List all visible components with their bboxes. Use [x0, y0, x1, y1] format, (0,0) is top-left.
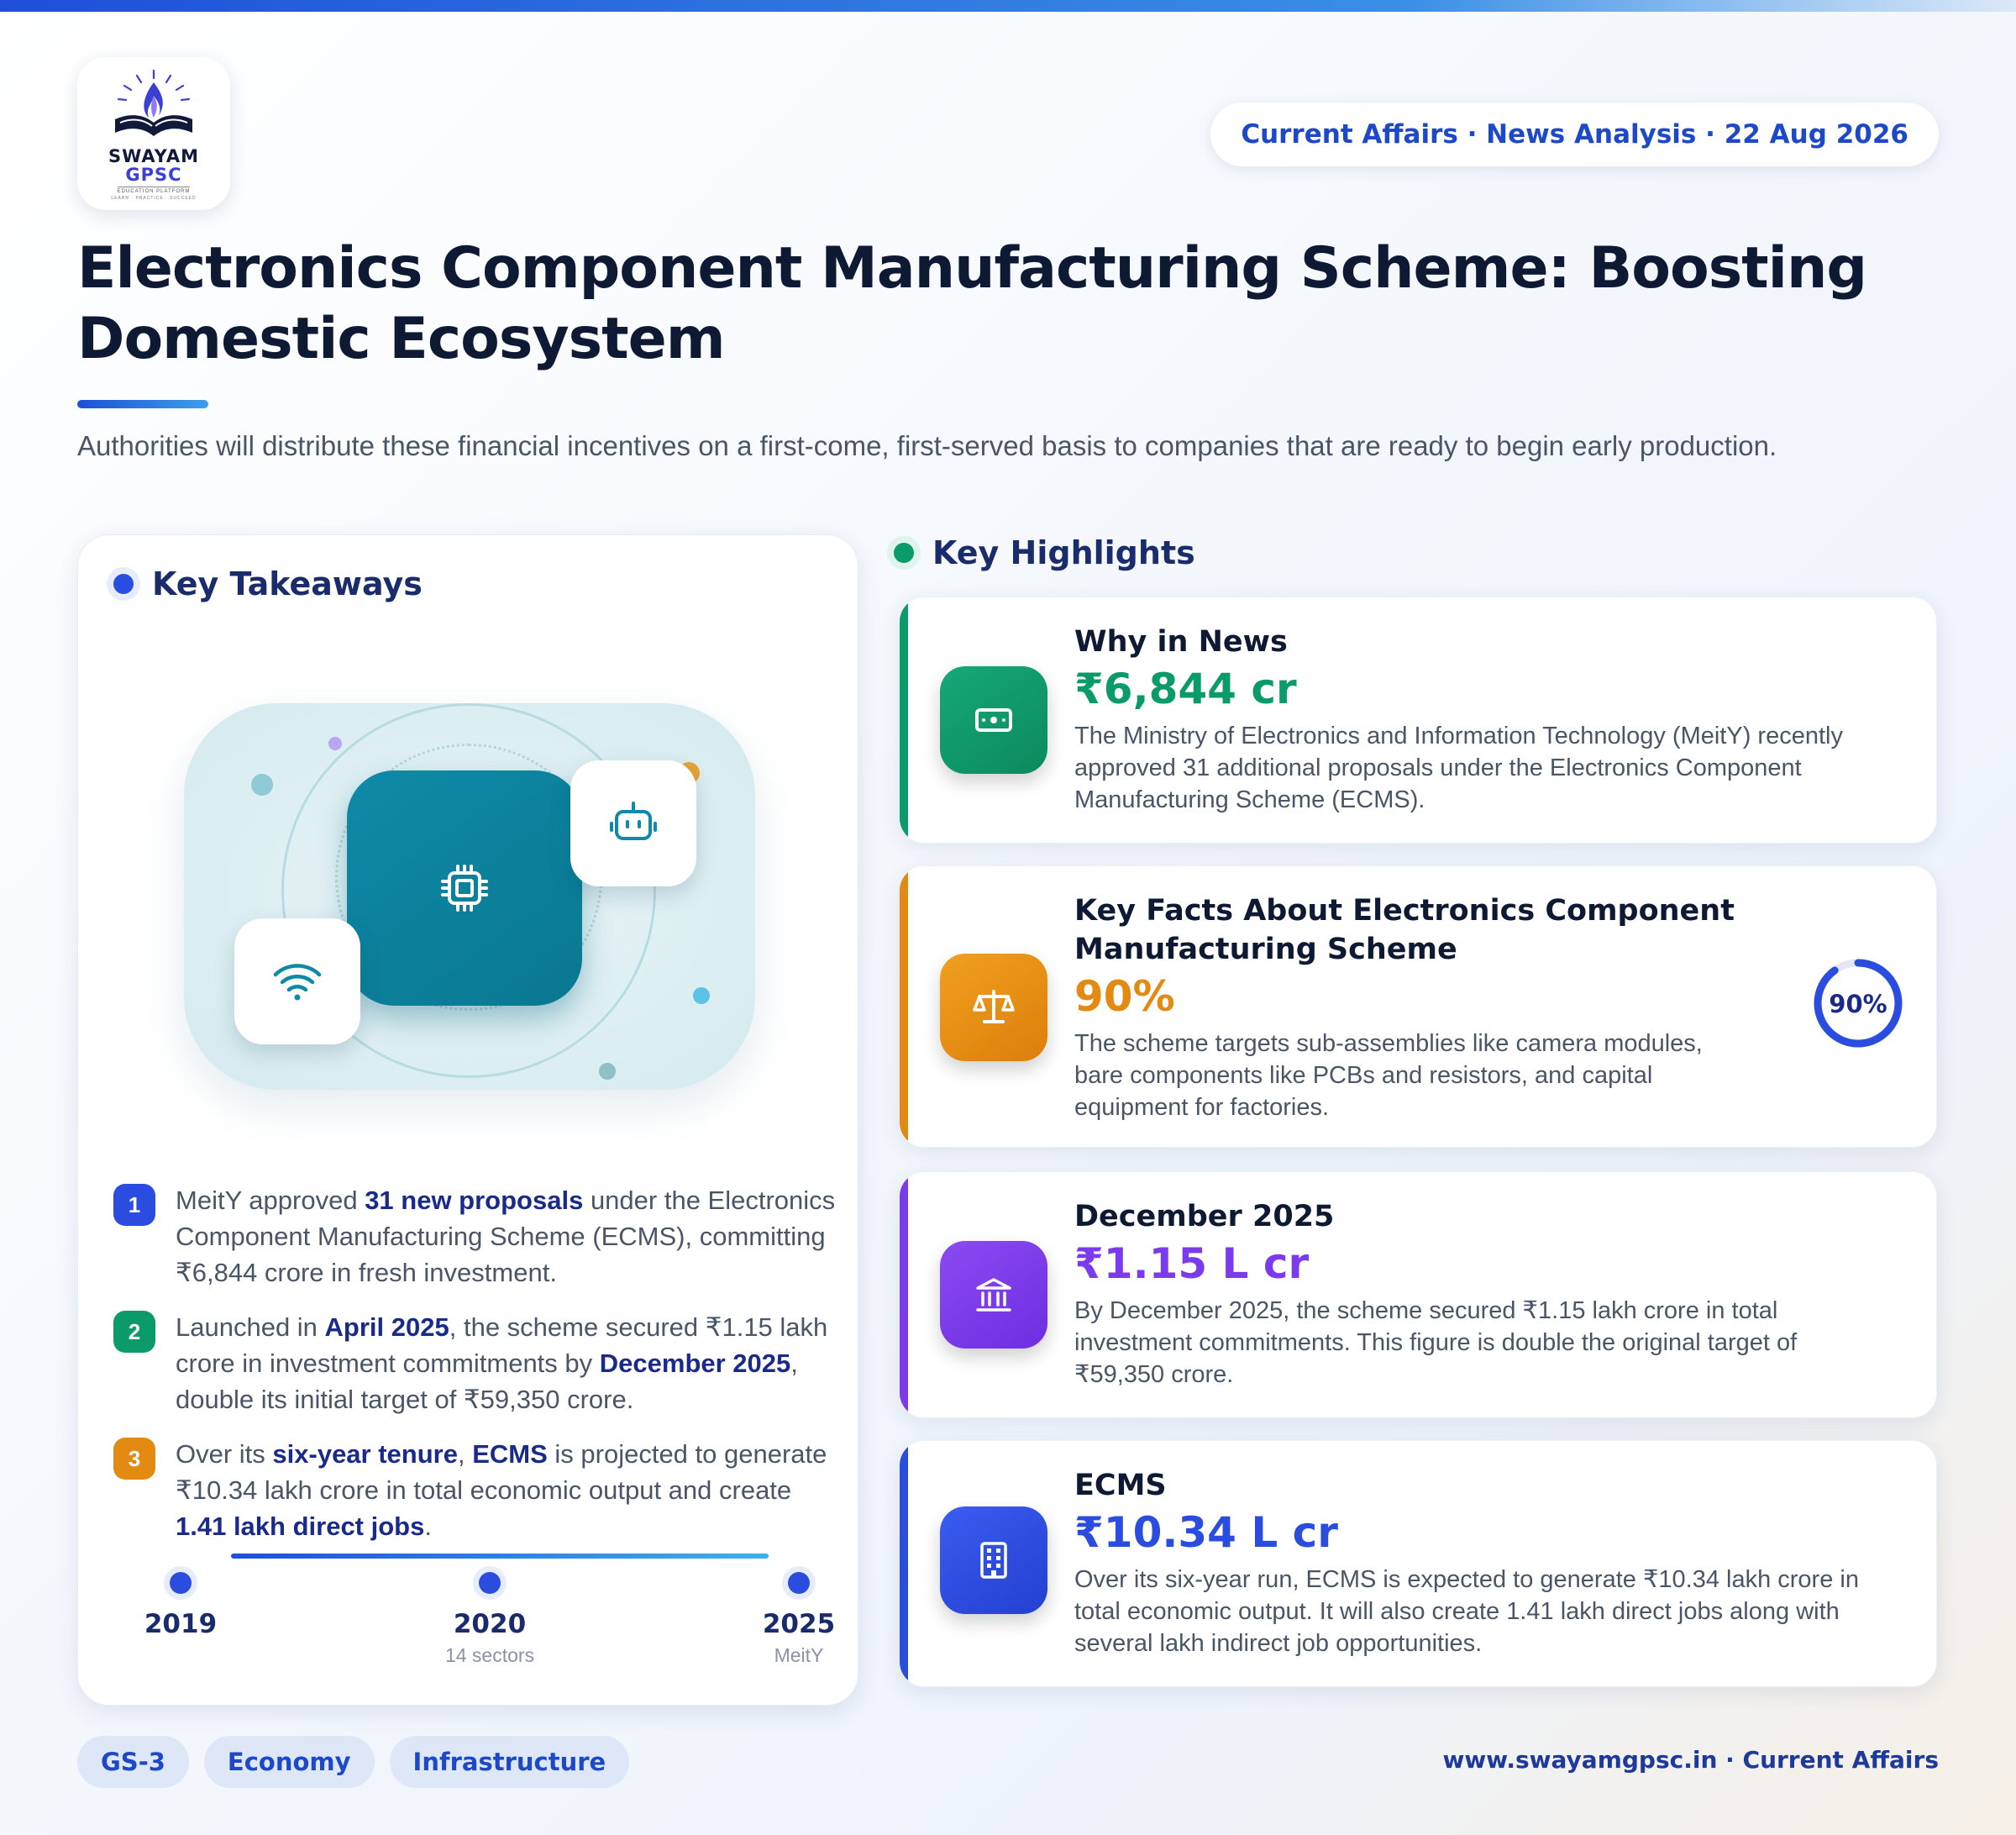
timeline-dot — [479, 1572, 501, 1594]
decor-bubble — [599, 1063, 616, 1080]
takeaway-text: MeitY approved — [176, 1186, 365, 1215]
card-icon-tile — [940, 1241, 1047, 1349]
highlight-card-ecms: ECMS ₹10.34 L cr Over its six-year run, … — [899, 1440, 1937, 1687]
card-value: ₹1.15 L cr — [1074, 1239, 1310, 1288]
card-accent — [900, 866, 908, 1147]
key-takeaways-card: Key Takeaways 1 MeitY approved 31 new pr… — [77, 534, 858, 1706]
wifi-tile — [234, 918, 360, 1044]
takeaway-emphasis: April 2025 — [324, 1312, 449, 1342]
gauge-label: 90% — [1829, 990, 1887, 1018]
card-description: By December 2025, the scheme secured ₹1.… — [1074, 1297, 1798, 1388]
highlight-card-why-in-news: Why in News ₹6,844 cr The Ministry of El… — [899, 597, 1937, 844]
date-pill: Current Affairs · News Analysis · 22 Aug… — [1210, 103, 1939, 166]
takeaway-item: 2 Launched in April 2025, the scheme secu… — [113, 1309, 836, 1417]
card-title: Key Facts About Electronics Component Ma… — [1074, 894, 1735, 966]
tag-economy[interactable]: Economy — [203, 1736, 375, 1788]
brand-line3: EDUCATION PLATFORM — [117, 186, 191, 194]
card-description: The scheme targets sub-assemblies like c… — [1074, 1030, 1703, 1121]
card-icon-tile — [940, 666, 1047, 774]
takeaway-number-badge: 2 — [113, 1311, 155, 1353]
timeline-point: 2019 — [113, 1572, 248, 1644]
card-description: The Ministry of Electronics and Informat… — [1074, 723, 1843, 813]
topic-tags: GS-3 Economy Infrastructure — [77, 1736, 630, 1788]
timeline-sub: MeitY — [774, 1644, 824, 1666]
brand-line2: GPSC — [125, 164, 182, 185]
timeline-sub: 14 sectors — [444, 1644, 535, 1666]
decor-bubble — [251, 774, 273, 796]
card-accent — [900, 1172, 908, 1417]
title-underline — [77, 400, 208, 408]
highlight-card-december-2025: December 2025 ₹1.15 L cr By December 202… — [899, 1171, 1937, 1418]
robot-tile — [570, 760, 696, 886]
takeaways-list: 1 MeitY approved 31 new proposals under t… — [113, 1182, 836, 1563]
decor-bubble — [328, 737, 342, 750]
decor-bubble — [693, 987, 710, 1004]
takeaway-item: 3 Over its six-year tenure, ECMS is proje… — [113, 1436, 836, 1544]
illustration — [184, 703, 755, 1090]
timeline-year: 2019 — [144, 1609, 218, 1639]
card-title: ECMS — [1074, 1469, 1167, 1502]
card-icon-tile — [940, 1506, 1047, 1614]
takeaway-number-badge: 1 — [113, 1184, 155, 1226]
takeaway-text: , — [457, 1439, 473, 1469]
timeline-line — [231, 1554, 769, 1559]
percentage-ring-gauge: 90% — [1812, 957, 1904, 1049]
tag-infrastructure[interactable]: Infrastructure — [389, 1736, 630, 1788]
timeline-point: 2020 14 sectors — [423, 1572, 557, 1667]
bullet-dot-icon — [894, 543, 914, 563]
takeaway-text: Launched in — [176, 1312, 325, 1342]
book-flame-logo-icon — [115, 69, 192, 136]
card-value: ₹6,844 cr — [1074, 665, 1297, 713]
building-icon — [980, 1542, 1007, 1579]
highlight-card-key-facts: Key Facts About Electronics Component Ma… — [899, 865, 1937, 1148]
takeaway-number-badge: 3 — [113, 1438, 155, 1480]
timeline: 2019 2020 14 sectors 2025 MeitY — [113, 1554, 836, 1680]
money-icon — [975, 708, 1012, 732]
top-accent-bar — [0, 0, 2016, 12]
timeline-dot — [788, 1572, 810, 1594]
timeline-year: 2020 — [453, 1609, 527, 1639]
brand-line1: SWAYAM — [108, 145, 199, 166]
timeline-point: 2025 MeitY — [732, 1572, 866, 1667]
bank-icon — [976, 1278, 1011, 1312]
takeaway-emphasis: six-year tenure — [272, 1439, 458, 1469]
card-value: ₹10.34 L cr — [1074, 1508, 1338, 1557]
takeaway-emphasis: December 2025 — [599, 1349, 791, 1378]
chip-tile — [347, 770, 582, 1006]
takeaway-emphasis: 31 new proposals — [365, 1186, 584, 1215]
takeaway-emphasis: 1.41 lakh direct jobs — [176, 1512, 425, 1541]
timeline-dot — [170, 1572, 192, 1594]
takeaway-text: . — [424, 1512, 432, 1541]
key-highlights-title: Key Highlights — [932, 534, 1195, 571]
logo: SWAYAM GPSC EDUCATION PLATFORM LEARN · P… — [77, 57, 230, 210]
takeaway-item: 1 MeitY approved 31 new proposals under t… — [113, 1182, 836, 1291]
wifi-icon — [273, 964, 322, 1001]
page-subtitle: Authorities will distribute these financ… — [77, 430, 1777, 461]
card-title: Why in News — [1074, 625, 1288, 659]
key-takeaways-heading: Key Takeaways — [113, 565, 423, 602]
chip-icon — [441, 865, 488, 912]
card-value: 90% — [1074, 972, 1175, 1021]
tag-gs3[interactable]: GS-3 — [77, 1736, 189, 1788]
page-title: Electronics Component Manufacturing Sche… — [77, 235, 1867, 372]
key-highlights-heading: Key Highlights — [894, 534, 1195, 571]
card-description: Over its six-year run, ECMS is expected … — [1074, 1566, 1859, 1657]
card-title: December 2025 — [1074, 1200, 1335, 1233]
footer-website[interactable]: www.swayamgpsc.in · Current Affairs — [1443, 1746, 1939, 1774]
key-takeaways-title: Key Takeaways — [152, 565, 423, 602]
scale-icon — [973, 990, 1015, 1023]
takeaway-emphasis: ECMS — [472, 1439, 548, 1469]
timeline-year: 2025 — [762, 1609, 836, 1639]
card-accent — [900, 597, 908, 843]
takeaway-text: Over its — [176, 1439, 273, 1469]
card-accent — [900, 1441, 908, 1686]
robot-icon — [610, 802, 657, 840]
card-icon-tile — [940, 954, 1047, 1061]
bullet-dot-icon — [113, 574, 134, 594]
brand-line4: LEARN · PRACTICE · SUCCEED — [111, 195, 197, 201]
